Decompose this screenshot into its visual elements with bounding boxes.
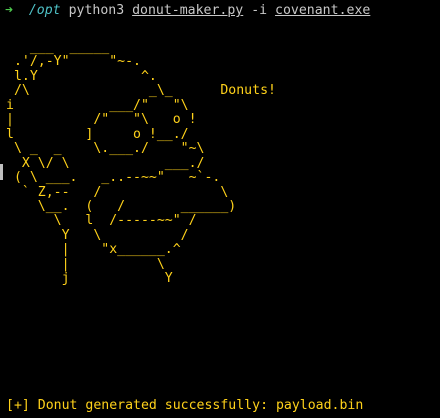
result-message: [+] Donut generated successfully: payloa… bbox=[6, 398, 364, 413]
terminal-window: ➜ /opt python3 donut-maker.py -i covenan… bbox=[0, 0, 440, 418]
ascii-art-line: /\ _\_ Donuts! bbox=[6, 83, 276, 99]
input-file-argument[interactable]: covenant.exe bbox=[275, 3, 370, 18]
input-flag: -i bbox=[251, 3, 268, 18]
donut-ascii-art: ___ _____ .'/,-Y" "~-. l.Y ^. /\ _\_ Don… bbox=[6, 40, 276, 287]
prompt-current-directory: /opt bbox=[28, 3, 61, 18]
ascii-art-line: | \ bbox=[6, 256, 165, 272]
ascii-art-line: .'/,-Y" "~-. bbox=[6, 54, 141, 70]
command-name: python3 bbox=[68, 3, 125, 18]
prompt-arrow-icon: ➜ bbox=[5, 3, 13, 18]
script-argument[interactable]: donut-maker.py bbox=[132, 3, 243, 18]
ascii-art-line: \ l /-----~~" / bbox=[6, 213, 197, 229]
ascii-art-line: \ _ _ \.___./ "~\ bbox=[6, 141, 205, 157]
ascii-art-line: \__. ( / ______) bbox=[6, 198, 237, 214]
scroll-marker bbox=[0, 164, 3, 180]
ascii-art-line: ` Z,-- / \ bbox=[6, 184, 229, 200]
ascii-art-line: ( \ ___. _..--~~" ~`-. bbox=[6, 170, 221, 186]
ascii-art-line: l.Y ^. bbox=[6, 68, 157, 84]
ascii-art-line: j Y bbox=[6, 271, 173, 287]
ascii-art-line: | /" "\ o ! bbox=[6, 112, 197, 128]
ascii-art-line: ___ _____ bbox=[6, 40, 110, 55]
ascii-art-line: | "x______.^ bbox=[6, 242, 181, 258]
ascii-art-line: i ___/" "\ bbox=[6, 97, 189, 113]
command-prompt-line: ➜ /opt python3 donut-maker.py -i covenan… bbox=[5, 3, 370, 19]
ascii-art-line: l ] o !__./ bbox=[6, 126, 189, 142]
ascii-art-line: Y \ / bbox=[6, 227, 189, 243]
ascii-art-line: X \/ \ ___./ bbox=[6, 155, 205, 171]
